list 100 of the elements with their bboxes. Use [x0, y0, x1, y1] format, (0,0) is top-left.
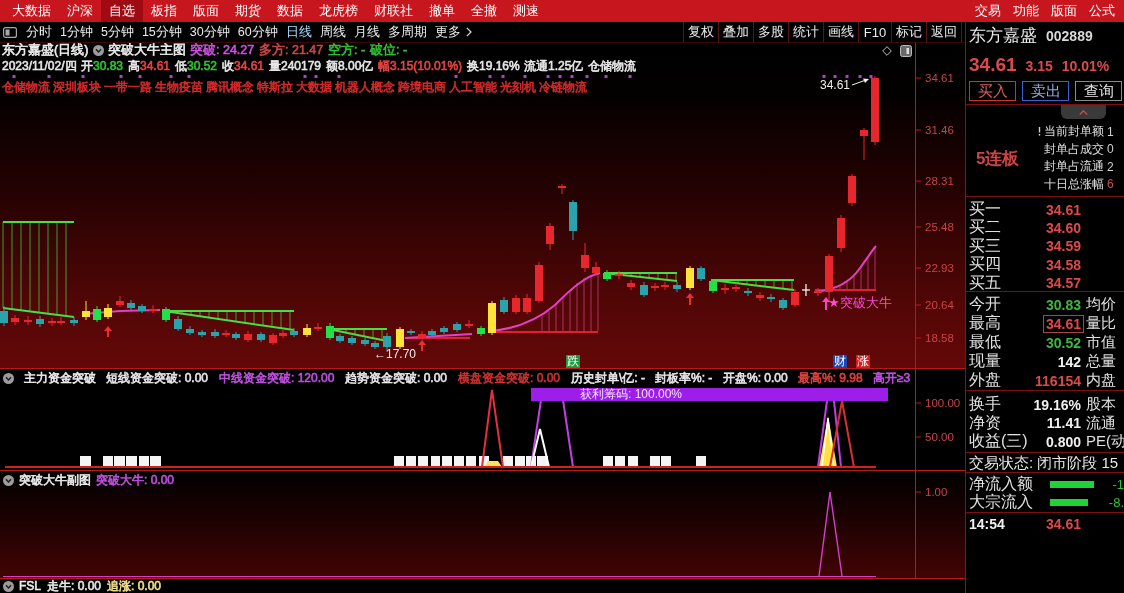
- price-change: 3.15: [1025, 58, 1053, 74]
- candlestick: [640, 281, 648, 298]
- chevron-circle-icon[interactable]: [93, 45, 104, 56]
- seal-stat-value: 2: [1107, 159, 1114, 174]
- candlestick: [465, 319, 473, 329]
- concept-tag[interactable]: 仓储物流: [2, 79, 50, 95]
- candlestick: [279, 329, 287, 339]
- concept-tag[interactable]: 一带一路: [104, 79, 152, 95]
- seal-stat-value: 0: [1107, 142, 1114, 157]
- more-button[interactable]: 更多: [430, 22, 476, 42]
- signal-block: [150, 456, 161, 467]
- axis-tick-label: 31.46: [925, 124, 954, 136]
- chevron-circle-icon[interactable]: [3, 373, 14, 384]
- candlestick: [453, 321, 461, 333]
- bid-label: 买四: [969, 254, 1001, 275]
- concept-tag[interactable]: 大数据: [296, 79, 332, 95]
- bid-label: 买五: [969, 272, 1001, 293]
- candlestick: [779, 297, 787, 311]
- concept-tag[interactable]: 腾讯概念: [206, 79, 254, 95]
- candlestick: [127, 299, 135, 311]
- axis-tick-label: 20.64: [925, 299, 954, 311]
- concept-tag[interactable]: 跨境电商: [398, 79, 446, 95]
- menu-item[interactable]: 测速: [505, 0, 547, 22]
- concept-tag[interactable]: 光刻机: [500, 79, 536, 95]
- signal-block: [526, 456, 536, 467]
- stock-name: 东方嘉盛: [969, 25, 1037, 47]
- window-toggle-icon[interactable]: [900, 45, 912, 57]
- panel-toggle-icon[interactable]: [3, 26, 17, 38]
- tool-button[interactable]: 标记: [891, 22, 926, 42]
- period-tab[interactable]: 月线: [349, 22, 384, 42]
- menu-item[interactable]: 板指: [143, 0, 185, 22]
- axis-tick-label: 100.00: [925, 397, 961, 409]
- signal-block: [650, 456, 660, 467]
- trade-button[interactable]: 买入: [969, 81, 1016, 101]
- indicator-value: 走牛: 0.00: [47, 579, 102, 593]
- concept-tag[interactable]: 深圳板块: [53, 79, 101, 95]
- tick-price: 34.61: [1044, 515, 1082, 533]
- indicator-value: 封板率%: -: [655, 371, 713, 386]
- menu-item[interactable]: 龙虎榜: [311, 0, 366, 22]
- menu-item[interactable]: 版面: [185, 0, 227, 22]
- concept-tag[interactable]: 冷链物流: [539, 79, 587, 95]
- period-tab[interactable]: 1分钟: [56, 22, 97, 42]
- seal-stat-label: 十日总涨幅: [1044, 175, 1104, 193]
- menu-item[interactable]: 自选: [101, 0, 143, 22]
- tool-button[interactable]: 多股: [753, 22, 788, 42]
- indicator-value: 多方: 21.47: [259, 43, 324, 58]
- period-tab[interactable]: 5分钟: [96, 22, 138, 42]
- concept-tag[interactable]: 机器人概念: [335, 79, 395, 95]
- tool-button[interactable]: 返回: [926, 22, 962, 42]
- tool-button[interactable]: 复权: [683, 22, 718, 42]
- quote-label: 额: [326, 58, 338, 74]
- candlestick: [721, 283, 729, 295]
- concept-tag[interactable]: 生物疫苗: [155, 79, 203, 95]
- menu-item[interactable]: 大数据: [4, 0, 59, 22]
- axis-tick-label: 18.58: [925, 332, 954, 344]
- concept-tag[interactable]: 特斯拉: [257, 79, 293, 95]
- bid-label: 买二: [969, 217, 1001, 238]
- period-tab[interactable]: 周线: [315, 22, 350, 42]
- tool-button[interactable]: 画线: [823, 22, 858, 42]
- period-tab[interactable]: 15分钟: [137, 22, 186, 42]
- period-tab[interactable]: 分时: [22, 22, 56, 42]
- menu-item[interactable]: 沪深: [59, 0, 101, 22]
- trade-button[interactable]: 查询: [1075, 81, 1122, 101]
- candlestick: [837, 214, 845, 253]
- candlestick: [848, 173, 856, 207]
- indicator-value: 中线资金突破: 120.00: [219, 371, 335, 386]
- menu-item[interactable]: 功能: [1007, 0, 1045, 22]
- candlestick: [396, 326, 404, 350]
- menu-item[interactable]: 公式: [1083, 0, 1121, 22]
- collapse-tab[interactable]: [1061, 105, 1106, 119]
- tool-button[interactable]: 统计: [788, 22, 823, 42]
- candlestick: [686, 265, 694, 291]
- chevron-circle-icon[interactable]: [3, 475, 14, 486]
- tool-button[interactable]: 叠加: [718, 22, 753, 42]
- diamond-icon[interactable]: [882, 46, 892, 56]
- indicator-name: FSL: [19, 579, 42, 593]
- bid-label: 买一: [969, 199, 1001, 219]
- menu-item[interactable]: 全撤: [463, 0, 505, 22]
- trade-button[interactable]: 卖出: [1022, 81, 1069, 101]
- indicator-value: 突破大牛: 0.00: [96, 473, 175, 488]
- stat-value: 19.16%: [1032, 395, 1082, 414]
- tool-button[interactable]: F10: [858, 22, 891, 42]
- candlestick: [257, 331, 265, 343]
- candlestick: [546, 222, 554, 251]
- chevron-circle-icon[interactable]: [3, 581, 14, 592]
- period-tab[interactable]: 多周期: [383, 22, 431, 42]
- menu-item[interactable]: 撤单: [421, 0, 463, 22]
- period-tab[interactable]: 60分钟: [233, 22, 282, 42]
- period-tab[interactable]: 30分钟: [185, 22, 234, 42]
- menu-item[interactable]: 数据: [269, 0, 311, 22]
- stat-label: PE(动: [1085, 432, 1124, 452]
- period-tab[interactable]: 日线: [281, 22, 316, 42]
- flow-label: 大宗流入: [969, 491, 1034, 512]
- candlestick: [477, 325, 485, 337]
- menu-item[interactable]: 财联社: [366, 0, 421, 22]
- menu-item[interactable]: 交易: [969, 0, 1007, 22]
- candlestick: [673, 281, 681, 293]
- concept-tag[interactable]: 人工智能: [449, 79, 497, 95]
- menu-item[interactable]: 期货: [227, 0, 269, 22]
- menu-item[interactable]: 版面: [1045, 0, 1083, 22]
